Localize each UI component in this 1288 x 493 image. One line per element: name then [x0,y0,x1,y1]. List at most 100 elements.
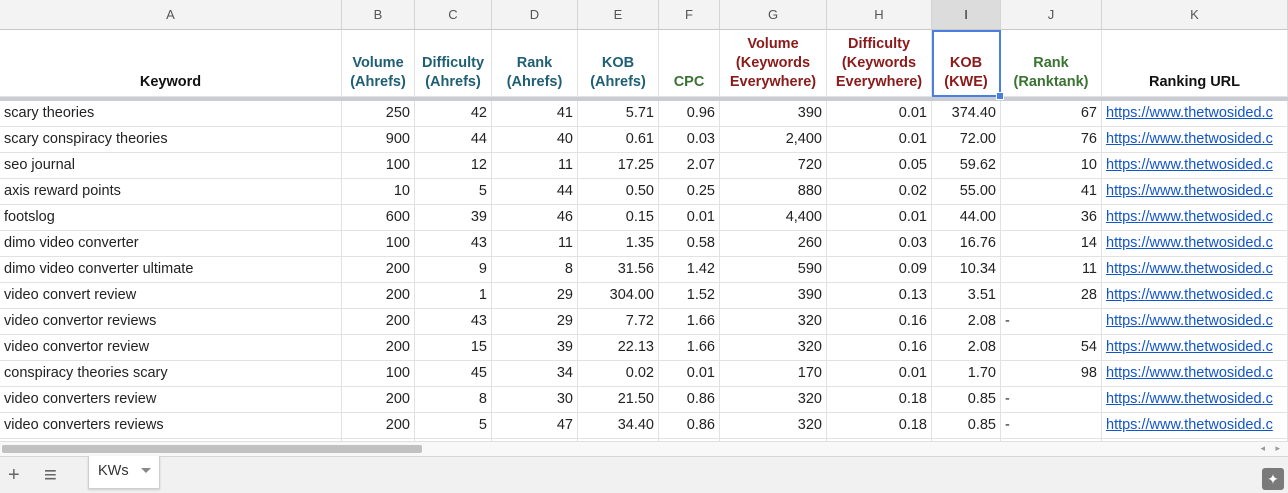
table-cell[interactable]: 43 [415,231,492,257]
table-cell[interactable]: 600 [342,205,415,231]
column-header-j[interactable]: J [1001,0,1102,30]
table-cell[interactable]: scary conspiracy theories [0,127,342,153]
plus-icon[interactable]: + [8,465,20,485]
table-cell[interactable]: axis reward points [0,179,342,205]
header-cell-b[interactable]: Volume (Ahrefs) [342,30,415,97]
table-cell[interactable]: 59.62 [932,153,1001,179]
table-cell[interactable]: 0.03 [827,231,932,257]
table-cell[interactable]: 44 [415,127,492,153]
table-cell[interactable]: 1.35 [578,231,659,257]
table-cell[interactable]: 0.61 [578,127,659,153]
table-cell[interactable]: - [1001,387,1102,413]
header-cell-d[interactable]: Rank (Ahrefs) [492,30,578,97]
table-cell[interactable]: 0.86 [659,387,720,413]
table-cell[interactable]: 200 [342,309,415,335]
table-cell[interactable]: 28 [1001,283,1102,309]
table-cell[interactable]: 0.85 [932,387,1001,413]
table-cell[interactable]: 29 [492,309,578,335]
ranking-url-link[interactable]: https://www.thetwosided.c [1102,205,1288,231]
hamburger-list-icon[interactable]: ≡ [44,464,57,486]
table-cell[interactable]: 40 [492,127,578,153]
chevron-down-icon[interactable] [141,468,151,473]
table-cell[interactable]: 29 [492,283,578,309]
table-cell[interactable]: 0.02 [578,361,659,387]
table-cell[interactable]: 320 [720,309,827,335]
table-cell[interactable]: 200 [342,387,415,413]
column-header-c[interactable]: C [415,0,492,30]
ranking-url-link[interactable]: https://www.thetwosided.c [1102,127,1288,153]
table-cell[interactable]: 10 [342,179,415,205]
ranking-url-link[interactable]: https://www.thetwosided.c [1102,335,1288,361]
table-cell[interactable]: 0.16 [827,335,932,361]
column-header-a[interactable]: A [0,0,342,30]
horizontal-scroll-thumb[interactable] [2,445,422,453]
table-cell[interactable]: 47 [492,413,578,439]
table-cell[interactable]: 8 [492,257,578,283]
table-cell[interactable]: 12 [415,153,492,179]
table-cell[interactable]: 5 [415,413,492,439]
table-cell[interactable]: 260 [720,231,827,257]
table-cell[interactable]: 43 [415,309,492,335]
explore-icon[interactable]: ✦ [1262,468,1284,490]
table-cell[interactable]: 39 [492,335,578,361]
table-cell[interactable]: 900 [342,127,415,153]
table-cell[interactable]: 304.00 [578,283,659,309]
table-cell[interactable]: 11 [1001,257,1102,283]
table-cell[interactable]: 2.07 [659,153,720,179]
table-cell[interactable]: 0.18 [827,413,932,439]
table-cell[interactable]: 100 [342,361,415,387]
table-cell[interactable]: 0.09 [827,257,932,283]
header-cell-h[interactable]: Difficulty (Keywords Everywhere) [827,30,932,97]
column-header-f[interactable]: F [659,0,720,30]
header-cell-f[interactable]: CPC [659,30,720,97]
ranking-url-link[interactable]: https://www.thetwosided.c [1102,309,1288,335]
table-cell[interactable]: 41 [492,101,578,127]
ranking-url-link[interactable]: https://www.thetwosided.c [1102,153,1288,179]
table-cell[interactable]: 31.56 [578,257,659,283]
table-cell[interactable]: dimo video converter [0,231,342,257]
table-cell[interactable]: 0.25 [659,179,720,205]
table-cell[interactable]: 320 [720,413,827,439]
table-cell[interactable]: 44.00 [932,205,1001,231]
table-cell[interactable]: 55.00 [932,179,1001,205]
table-cell[interactable]: 200 [342,335,415,361]
table-cell[interactable]: footslog [0,205,342,231]
table-cell[interactable]: video convertor reviews [0,309,342,335]
table-cell[interactable]: 54 [1001,335,1102,361]
table-cell[interactable]: 16.76 [932,231,1001,257]
table-cell[interactable]: 36 [1001,205,1102,231]
ranking-url-link[interactable]: https://www.thetwosided.c [1102,231,1288,257]
table-cell[interactable]: video convert review [0,283,342,309]
table-cell[interactable]: 0.01 [827,101,932,127]
table-cell[interactable]: 45 [415,361,492,387]
table-cell[interactable]: 41 [1001,179,1102,205]
table-cell[interactable]: 100 [342,153,415,179]
header-cell-e[interactable]: KOB (Ahrefs) [578,30,659,97]
column-header-k[interactable]: K [1102,0,1288,30]
table-cell[interactable]: 1.66 [659,309,720,335]
table-cell[interactable]: 200 [342,257,415,283]
table-cell[interactable]: 1.52 [659,283,720,309]
table-cell[interactable]: 0.01 [659,205,720,231]
table-cell[interactable]: 76 [1001,127,1102,153]
scroll-arrows-icon[interactable]: ◂ ▸ [1260,443,1284,454]
table-cell[interactable]: conspiracy theories scary [0,361,342,387]
table-cell[interactable]: 72.00 [932,127,1001,153]
table-cell[interactable]: 320 [720,335,827,361]
table-cell[interactable]: video converters review [0,387,342,413]
table-cell[interactable]: 0.01 [827,127,932,153]
table-cell[interactable]: 8 [415,387,492,413]
table-cell[interactable]: 200 [342,413,415,439]
column-header-e[interactable]: E [578,0,659,30]
table-cell[interactable]: 170 [720,361,827,387]
table-cell[interactable]: 0.01 [827,361,932,387]
table-cell[interactable]: 250 [342,101,415,127]
table-cell[interactable]: 1 [415,283,492,309]
table-cell[interactable]: dimo video converter ultimate [0,257,342,283]
frozen-row-divider[interactable] [0,97,1288,101]
table-cell[interactable]: 3.51 [932,283,1001,309]
table-cell[interactable]: 1.70 [932,361,1001,387]
table-cell[interactable]: 98 [1001,361,1102,387]
table-cell[interactable]: 0.05 [827,153,932,179]
header-cell-a[interactable]: Keyword [0,30,342,97]
